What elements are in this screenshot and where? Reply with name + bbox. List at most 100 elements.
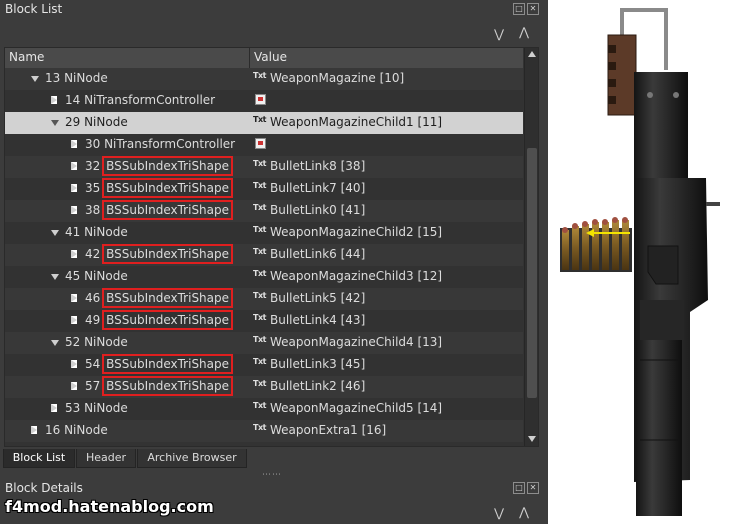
splitter-grip[interactable]: ⋯⋯: [262, 470, 282, 480]
tree-row[interactable]: 35 BSSubIndexTriShape Txt BulletLink7 [40]: [5, 178, 523, 200]
restore-icon[interactable]: □: [513, 3, 525, 15]
collapsed-arrow-icon[interactable]: [71, 316, 77, 324]
block-index: 49: [85, 313, 105, 327]
collapsed-arrow-icon[interactable]: [71, 382, 77, 390]
block-name: 35 BSSubIndexTriShape: [85, 178, 234, 198]
block-type-label: BSSubIndexTriShape: [102, 310, 234, 330]
txt-icon: Txt: [253, 269, 266, 278]
collapsed-arrow-icon[interactable]: [71, 294, 77, 302]
block-index: 57: [85, 379, 105, 393]
tree-row[interactable]: 38 BSSubIndexTriShape Txt BulletLink0 [41]: [5, 200, 523, 222]
block-type-label: BSSubIndexTriShape: [102, 200, 234, 220]
block-value: WeaponMagazineChild2 [15]: [270, 225, 443, 239]
render-viewport[interactable]: [548, 0, 736, 524]
details-expand-icon[interactable]: ⋀: [517, 505, 531, 519]
tree-rows: 13 NiNode Txt WeaponMagazine [10] 14 NiTran…: [5, 68, 523, 446]
block-index: 35: [85, 181, 105, 195]
tree-row[interactable]: 16 NiNode Txt WeaponExtra1 [16]: [5, 420, 523, 442]
txt-icon: Txt: [253, 401, 266, 410]
collapsed-arrow-icon[interactable]: [71, 162, 77, 170]
block-name: 49 BSSubIndexTriShape: [85, 310, 234, 330]
block-type-label: BSSubIndexTriShape: [102, 376, 234, 396]
tree-row[interactable]: 52 NiNode Txt WeaponMagazineChild4 [13]: [5, 332, 523, 354]
collapsed-arrow-icon[interactable]: [71, 206, 77, 214]
controller-flag-icon: [255, 94, 266, 105]
tree-row[interactable]: 30 NiTransformController: [5, 134, 523, 156]
scroll-up-icon[interactable]: [528, 51, 536, 57]
txt-icon: Txt: [253, 379, 266, 388]
tree-row[interactable]: 54 BSSubIndexTriShape Txt BulletLink3 [45]: [5, 354, 523, 376]
txt-icon: Txt: [253, 357, 266, 366]
tree-row[interactable]: 46 BSSubIndexTriShape Txt BulletLink5 [42]: [5, 288, 523, 310]
expanded-arrow-icon[interactable]: [51, 274, 59, 280]
block-name: 32 BSSubIndexTriShape: [85, 156, 234, 176]
collapsed-arrow-icon[interactable]: [71, 250, 77, 258]
block-value: WeaponMagazine [10]: [270, 71, 405, 85]
block-name: 57 BSSubIndexTriShape: [85, 376, 234, 396]
expanded-arrow-icon[interactable]: [51, 120, 59, 126]
block-value: WeaponMagazineChild3 [12]: [270, 269, 443, 283]
tab-archive-browser[interactable]: Archive Browser: [137, 449, 247, 468]
block-name: 53 NiNode: [65, 401, 128, 415]
column-header-value[interactable]: Value: [254, 50, 287, 64]
expanded-arrow-icon[interactable]: [51, 340, 59, 346]
scroll-down-icon[interactable]: [528, 436, 536, 442]
expand-up-icon[interactable]: ⋀: [517, 25, 531, 39]
block-value: BulletLink2 [46]: [270, 379, 366, 393]
tree-row[interactable]: 53 NiNode Txt WeaponMagazineChild5 [14]: [5, 398, 523, 420]
block-value: BulletLink5 [42]: [270, 291, 366, 305]
txt-icon: Txt: [253, 247, 266, 256]
txt-icon: Txt: [253, 71, 266, 80]
block-name: 41 NiNode: [65, 225, 128, 239]
block-index: 54: [85, 357, 105, 371]
tree-row[interactable]: 13 NiNode Txt WeaponMagazine [10]: [5, 68, 523, 90]
close-icon[interactable]: ✕: [527, 3, 539, 15]
txt-icon: Txt: [253, 313, 266, 322]
tree-row[interactable]: 32 BSSubIndexTriShape Txt BulletLink8 [38]: [5, 156, 523, 178]
tree-row[interactable]: 49 BSSubIndexTriShape Txt BulletLink4 [43]: [5, 310, 523, 332]
app-window: Block List □ ✕ ⋁ ⋀ Name Value 13 NiNode T…: [0, 0, 736, 524]
tree-header: Name Value: [5, 48, 523, 69]
collapsed-arrow-icon[interactable]: [51, 404, 57, 412]
collapsed-arrow-icon[interactable]: [71, 140, 77, 148]
txt-icon: Txt: [253, 225, 266, 234]
watermark: f4mod.hatenablog.com: [5, 497, 214, 516]
block-index: 46: [85, 291, 105, 305]
collapsed-arrow-icon[interactable]: [51, 96, 57, 104]
txt-icon: Txt: [253, 423, 266, 432]
details-collapse-icon[interactable]: ⋁: [492, 506, 506, 520]
vertical-scrollbar[interactable]: [524, 48, 538, 446]
tree-row[interactable]: 42 BSSubIndexTriShape Txt BulletLink6 [44]: [5, 244, 523, 266]
details-restore-icon[interactable]: □: [513, 482, 525, 494]
block-name: 29 NiNode: [65, 115, 128, 129]
collapse-all-icon[interactable]: ⋁: [492, 27, 506, 41]
tree-row[interactable]: 45 NiNode Txt WeaponMagazineChild3 [12]: [5, 266, 523, 288]
details-close-icon[interactable]: ✕: [527, 482, 539, 494]
tree-row[interactable]: 14 NiTransformController: [5, 90, 523, 112]
block-name: 45 NiNode: [65, 269, 128, 283]
tree-row[interactable]: 41 NiNode Txt WeaponMagazineChild2 [15]: [5, 222, 523, 244]
block-list-title: Block List: [5, 2, 63, 16]
tab-block-list[interactable]: Block List: [3, 449, 75, 468]
block-list-panel: Block List □ ✕ ⋁ ⋀ Name Value 13 NiNode T…: [0, 0, 548, 524]
block-value: WeaponMagazineChild4 [13]: [270, 335, 443, 349]
tab-header[interactable]: Header: [76, 449, 136, 468]
column-header-name[interactable]: Name: [9, 50, 44, 64]
block-details-title: Block Details: [5, 481, 83, 495]
block-type-label: BSSubIndexTriShape: [102, 156, 234, 176]
collapsed-arrow-icon[interactable]: [71, 184, 77, 192]
block-type-label: BSSubIndexTriShape: [102, 178, 234, 198]
scroll-thumb[interactable]: [527, 148, 537, 398]
block-name: 16 NiNode: [45, 423, 108, 437]
collapsed-arrow-icon[interactable]: [31, 426, 37, 434]
collapsed-arrow-icon[interactable]: [71, 360, 77, 368]
block-name: 42 BSSubIndexTriShape: [85, 244, 234, 264]
txt-icon: Txt: [253, 203, 266, 212]
block-tree[interactable]: Name Value 13 NiNode Txt WeaponMagazine [1…: [4, 47, 539, 447]
expanded-arrow-icon[interactable]: [51, 230, 59, 236]
column-separator[interactable]: [249, 48, 250, 68]
expanded-arrow-icon[interactable]: [31, 76, 39, 82]
bullet-belt: [560, 217, 632, 272]
tree-row[interactable]: 57 BSSubIndexTriShape Txt BulletLink2 [46]: [5, 376, 523, 398]
tree-row[interactable]: 29 NiNode Txt WeaponMagazineChild1 [11]: [5, 112, 523, 134]
